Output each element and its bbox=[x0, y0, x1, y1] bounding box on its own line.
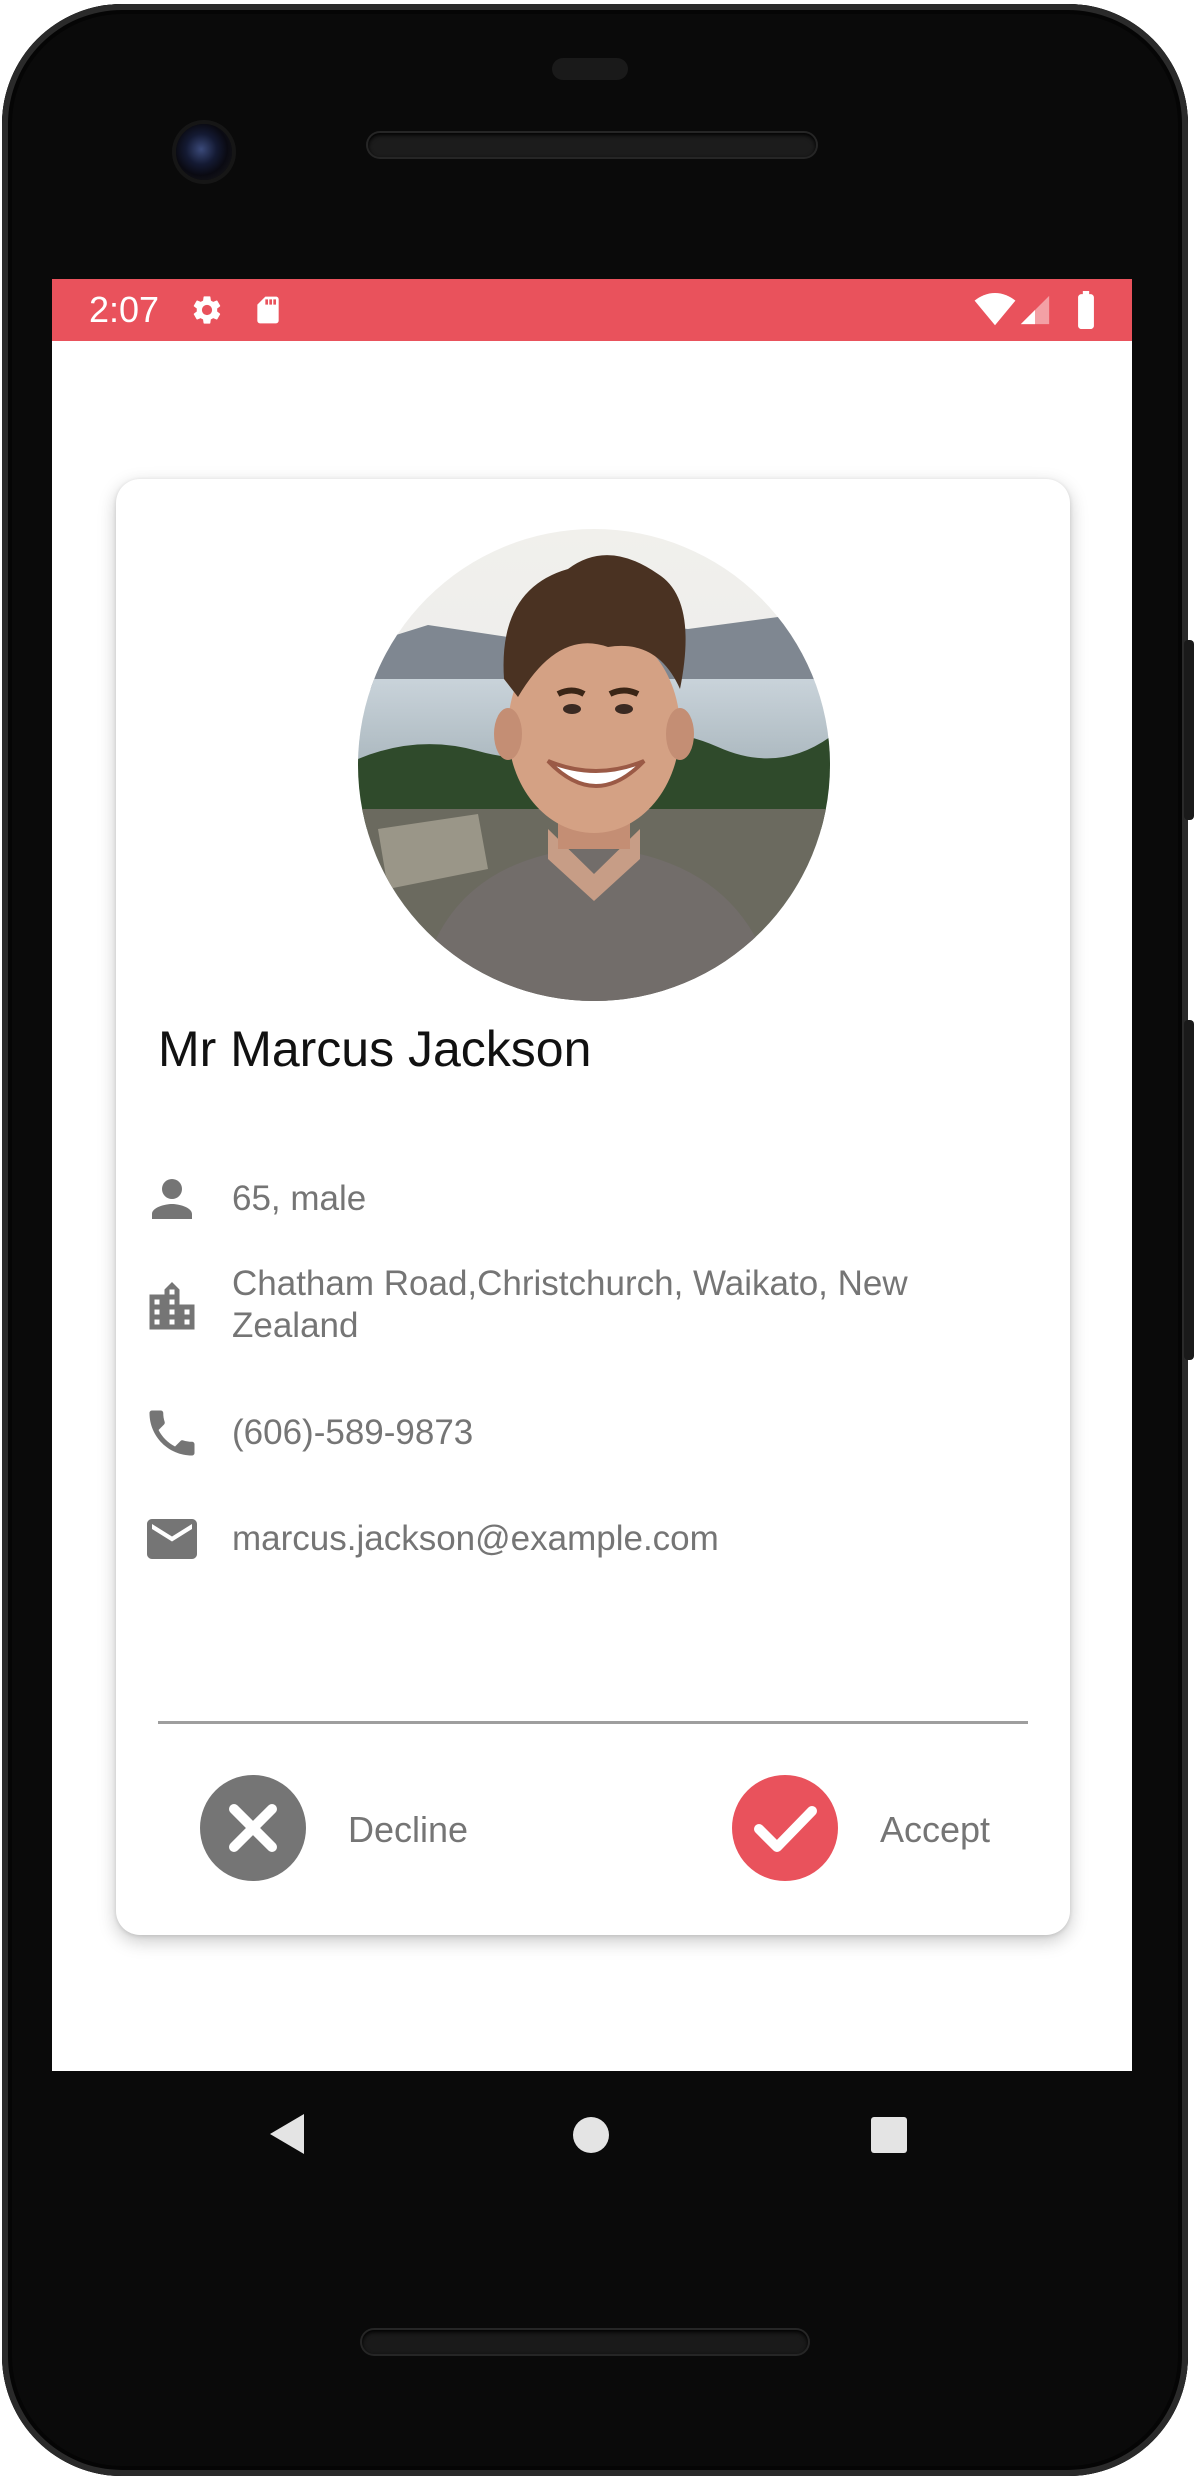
accept-circle[interactable] bbox=[732, 1775, 838, 1881]
detail-row-address: Chatham Road,Christchurch, Waikato, New … bbox=[116, 1263, 1070, 1353]
profile-name: Mr Marcus Jackson bbox=[158, 1021, 592, 1077]
power-button bbox=[1184, 640, 1194, 820]
person-icon bbox=[152, 1179, 192, 1219]
decline-label: Decline bbox=[348, 1809, 469, 1850]
wifi-icon bbox=[974, 293, 1016, 326]
proximity-sensor bbox=[552, 58, 628, 80]
detail-row-age: 65, male bbox=[116, 1169, 1070, 1229]
settings-icon bbox=[193, 296, 221, 324]
phone-device: 2:07 Mr Marcus Jackson 65, male Chatham … bbox=[0, 0, 1194, 2480]
detail-text-address: Chatham Road,Christchurch, Waikato, New … bbox=[232, 1264, 908, 1345]
check-icon bbox=[754, 1806, 817, 1852]
decline-button[interactable]: Decline bbox=[200, 1775, 500, 1885]
close-icon bbox=[229, 1804, 277, 1852]
sd-card-icon bbox=[257, 296, 279, 324]
detail-text-email: marcus.jackson@example.com bbox=[232, 1519, 719, 1558]
accept-button[interactable]: Accept bbox=[732, 1775, 1032, 1885]
accept-label: Accept bbox=[880, 1809, 991, 1850]
status-time: 2:07 bbox=[89, 289, 160, 330]
detail-text-phone: (606)-589-9873 bbox=[232, 1413, 474, 1452]
email-icon bbox=[147, 1519, 197, 1559]
earpiece-speaker bbox=[368, 133, 816, 157]
divider bbox=[158, 1721, 1028, 1724]
bottom-speaker bbox=[362, 2330, 808, 2354]
front-camera bbox=[176, 124, 232, 180]
detail-row-email: marcus.jackson@example.com bbox=[116, 1509, 1070, 1569]
detail-row-phone: (606)-589-9873 bbox=[116, 1403, 1070, 1463]
back-icon[interactable] bbox=[268, 2112, 308, 2156]
decline-circle[interactable] bbox=[200, 1775, 306, 1881]
screen: 2:07 Mr Marcus Jackson 65, male Chatham … bbox=[52, 279, 1132, 2071]
building-icon bbox=[149, 1282, 195, 1330]
volume-button bbox=[1184, 1020, 1194, 1360]
recents-icon[interactable] bbox=[870, 2116, 908, 2154]
phone-icon bbox=[149, 1410, 195, 1456]
signal-icon bbox=[1020, 295, 1050, 325]
battery-icon bbox=[1078, 291, 1094, 329]
status-bar: 2:07 bbox=[52, 279, 1132, 341]
profile-photo bbox=[358, 529, 830, 1001]
detail-text-age: 65, male bbox=[232, 1179, 367, 1218]
home-icon[interactable] bbox=[572, 2116, 610, 2154]
profile-card: Mr Marcus Jackson 65, male Chatham Road,… bbox=[116, 479, 1070, 1935]
